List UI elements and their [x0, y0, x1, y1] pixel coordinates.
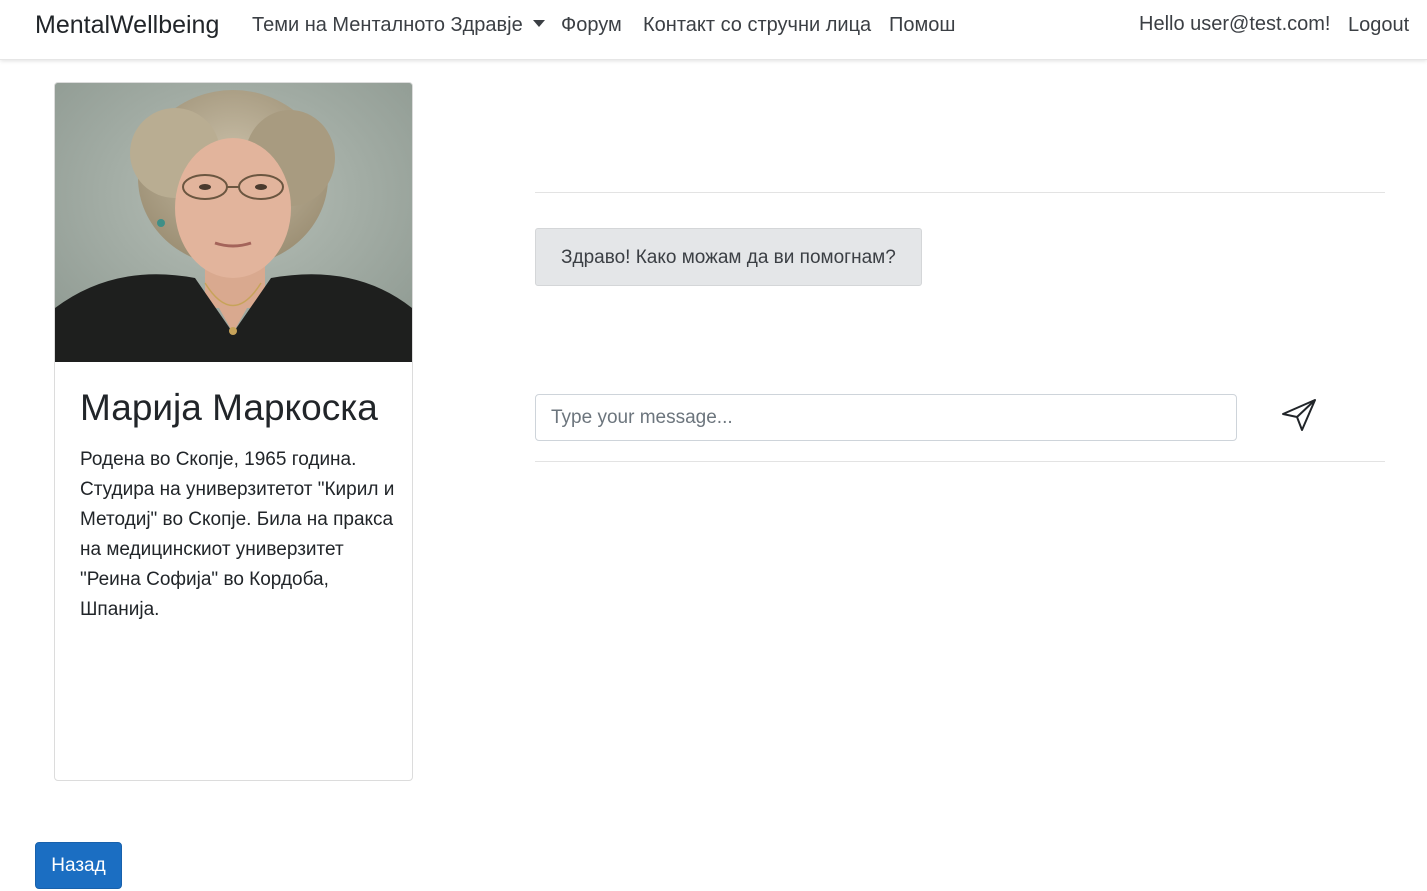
expert-name: Марија Маркоска — [80, 387, 378, 428]
expert-bio: Родена во Скопје, 1965 година. Студира н… — [80, 449, 395, 620]
brand-logo[interactable]: MentalWellbeing — [35, 11, 219, 40]
back-button[interactable]: Назад — [35, 842, 122, 889]
top-navbar: MentalWellbeing Теми на Менталното Здрав… — [0, 0, 1427, 60]
chevron-down-icon — [532, 20, 545, 27]
nav-forum[interactable]: Форум — [561, 14, 622, 37]
send-button[interactable] — [1278, 397, 1320, 433]
logout-link[interactable]: Logout — [1348, 14, 1409, 37]
send-icon — [1282, 399, 1316, 431]
nav-contact-experts[interactable]: Контакт со стручни лица — [643, 14, 871, 37]
chat-bottom-divider — [535, 461, 1385, 462]
nav-mental-health-topics-label: Теми на Менталното Здравје — [252, 14, 523, 36]
nav-mental-health-topics[interactable]: Теми на Менталното Здравје — [252, 14, 545, 37]
profile-photo — [55, 83, 412, 362]
expert-profile-card: Марија Маркоска Родена во Скопје, 1965 г… — [54, 82, 413, 781]
chat-top-divider — [535, 192, 1385, 193]
nav-help[interactable]: Помош — [889, 14, 955, 37]
message-input[interactable] — [535, 394, 1237, 441]
chat-message: Здраво! Како можам да ви помогнам? — [535, 228, 922, 286]
user-greeting[interactable]: Hello user@test.com! — [1139, 13, 1330, 36]
